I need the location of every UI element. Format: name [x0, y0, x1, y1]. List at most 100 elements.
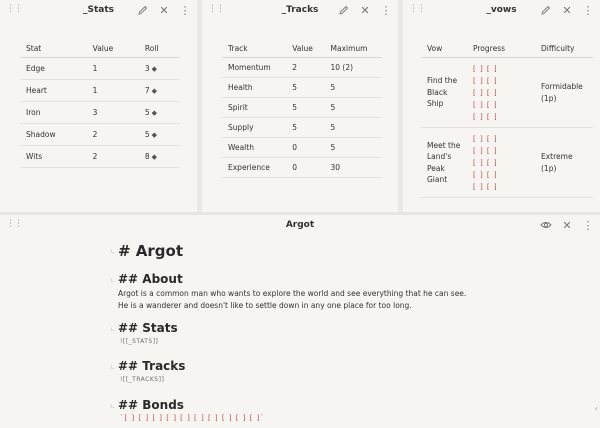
more-icon[interactable]: ⋮	[380, 3, 392, 17]
more-icon[interactable]: ⋮	[582, 218, 594, 232]
stat-roll[interactable]: 8 ◆	[138, 145, 180, 168]
column-header: Maximum	[324, 38, 382, 58]
stats-pane: ⋮⋮ _Stats ✕ ⋮ Stat Value Roll Edge 1 3 ◆ …	[0, 0, 197, 212]
track-name: Momentum	[222, 57, 287, 78]
track-max: 5	[324, 77, 382, 98]
close-icon[interactable]: ✕	[158, 3, 170, 17]
table-row: Experience 0 30	[222, 157, 382, 178]
dice-icon[interactable]: ◆	[152, 153, 157, 161]
fold-icon[interactable]: ∟	[110, 403, 115, 410]
vow-name: Find the Black Ship	[421, 57, 467, 128]
dice-icon[interactable]: ◆	[152, 65, 157, 73]
progress-boxes[interactable]: [ ] [ ]	[473, 145, 529, 157]
column-header: Progress	[467, 38, 535, 58]
close-icon[interactable]: ✕	[359, 3, 371, 17]
stat-roll[interactable]: 5 ◆	[138, 123, 180, 146]
track-max: 5	[324, 117, 382, 138]
track-max: 5	[324, 97, 382, 118]
close-icon[interactable]: ✕	[561, 218, 573, 232]
pencil-icon[interactable]	[137, 3, 149, 17]
progress-boxes[interactable]: [ ] [ ]	[473, 63, 529, 75]
dice-icon[interactable]: ◆	[152, 131, 157, 139]
pane-title: Argot	[285, 220, 315, 230]
grip-icon[interactable]: ⋮⋮	[409, 4, 426, 14]
fold-icon[interactable]: ∟	[110, 277, 115, 284]
heading-bonds: ## Bonds	[118, 398, 184, 412]
track-name: Wealth	[222, 137, 287, 158]
fold-icon[interactable]: ∟	[110, 326, 115, 333]
stat-roll[interactable]: 5 ◆	[138, 101, 180, 124]
track-value: 2	[286, 57, 325, 78]
track-name: Supply	[222, 117, 287, 138]
stats-embed-link[interactable]: ![[_STATS]]	[120, 338, 158, 345]
track-name: Spirit	[222, 97, 287, 118]
tracks-pane: ⋮⋮ _Tracks ✕ ⋮ Track Value Maximum Momen…	[202, 0, 398, 212]
track-name: Health	[222, 77, 287, 98]
stat-roll[interactable]: 3 ◆	[138, 57, 180, 80]
vow-difficulty: Extreme (1p)	[535, 127, 593, 198]
pencil-icon[interactable]	[338, 3, 350, 17]
progress-boxes[interactable]: [ ] [ ]	[473, 87, 529, 99]
table-row: Spirit 5 5	[222, 97, 382, 118]
close-icon[interactable]: ✕	[561, 3, 573, 17]
column-header: Value	[286, 38, 325, 58]
stat-roll[interactable]: 7 ◆	[138, 79, 180, 102]
dice-icon[interactable]: ◆	[152, 109, 157, 117]
tracks-embed-link[interactable]: ![[_TRACKS]]	[120, 376, 164, 383]
eye-icon[interactable]	[540, 218, 552, 232]
grip-icon[interactable]: ⋮⋮	[208, 4, 225, 14]
more-icon[interactable]: ⋮	[582, 3, 594, 17]
vow-progress[interactable]: [ ] [ ] [ ] [ ] [ ] [ ] [ ] [ ] [ ] [ ]	[467, 127, 535, 198]
vow-progress[interactable]: [ ] [ ] [ ] [ ] [ ] [ ] [ ] [ ] [ ] [ ]	[467, 57, 535, 128]
editor-pane-header: ⋮⋮ Argot ✕ ⋮	[0, 215, 600, 237]
track-value: 0	[286, 137, 325, 158]
track-max: 5	[324, 137, 382, 158]
column-header: Value	[86, 38, 139, 58]
about-paragraph: Argot is a common man who wants to explo…	[118, 289, 467, 310]
progress-boxes[interactable]: [ ] [ ]	[473, 169, 529, 181]
tracks-pane-header: ⋮⋮ _Tracks ✕ ⋮	[202, 0, 398, 22]
column-header: Stat	[20, 38, 87, 58]
stat-name: Wits	[20, 145, 87, 168]
table-row: Wealth 0 5	[222, 137, 382, 158]
progress-boxes[interactable]: [ ] [ ]	[473, 111, 529, 123]
stat-value: 1	[86, 57, 139, 80]
stat-value: 1	[86, 79, 139, 102]
collapse-chevron-icon[interactable]: ‹	[595, 404, 598, 413]
heading-stats: ## Stats	[118, 321, 178, 335]
grip-icon[interactable]: ⋮⋮	[6, 219, 23, 229]
fold-icon[interactable]: ∟	[110, 364, 115, 371]
stat-value: 2	[86, 123, 139, 146]
table-row: Shadow 2 5 ◆	[20, 123, 180, 146]
progress-boxes[interactable]: [ ] [ ]	[473, 157, 529, 169]
table-row: Heart 1 7 ◆	[20, 79, 180, 102]
track-value: 5	[286, 97, 325, 118]
vow-difficulty: Formidable (1p)	[535, 57, 593, 128]
table-row: Iron 3 5 ◆	[20, 101, 180, 124]
progress-boxes[interactable]: [ ] [ ]	[473, 181, 529, 193]
progress-boxes[interactable]: [ ] [ ]	[473, 133, 529, 145]
editor-pane: ⋮⋮ Argot ✕ ⋮ ∟ # Argot ∟ ## About Argot …	[0, 215, 600, 428]
column-header: Roll	[138, 38, 180, 58]
track-max: 10 (2)	[324, 57, 382, 78]
table-row: Meet the Land's Peak Giant [ ] [ ] [ ] […	[421, 127, 593, 198]
stats-table: Stat Value Roll Edge 1 3 ◆ Heart 1 7 ◆ Iro…	[20, 38, 180, 168]
progress-boxes[interactable]: [ ] [ ]	[473, 75, 529, 87]
track-value: 0	[286, 157, 325, 178]
more-icon[interactable]: ⋮	[179, 3, 191, 17]
fold-icon[interactable]: ∟	[110, 248, 115, 255]
dice-icon[interactable]: ◆	[152, 87, 157, 95]
vows-table: Vow Progress Difficulty Find the Black S…	[421, 38, 593, 198]
track-max: 30	[324, 157, 382, 178]
table-row: Supply 5 5	[222, 117, 382, 138]
track-name: Experience	[222, 157, 287, 178]
editor-content[interactable]: ∟ # Argot ∟ ## About Argot is a common m…	[0, 237, 600, 428]
track-value: 5	[286, 117, 325, 138]
stat-name: Shadow	[20, 123, 87, 146]
vows-pane: ⋮⋮ _vows ✕ ⋮ Vow Progress Difficulty Fin…	[403, 0, 600, 212]
progress-boxes[interactable]: [ ] [ ]	[473, 99, 529, 111]
bonds-progress[interactable]: `[ ] [ ] [ ] [ ] [ ] [ ] [ ] [ ] [ ] [ ]…	[120, 414, 265, 422]
grip-icon[interactable]: ⋮⋮	[6, 4, 23, 14]
table-row: Wits 2 8 ◆	[20, 145, 180, 168]
pencil-icon[interactable]	[540, 3, 552, 17]
